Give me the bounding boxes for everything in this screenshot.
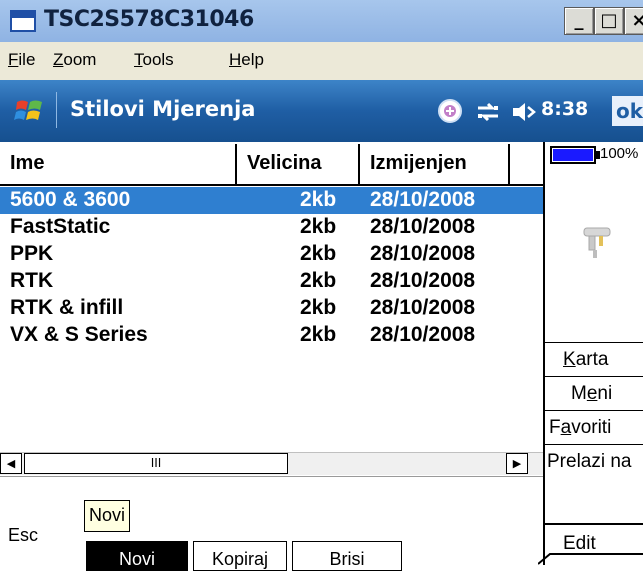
- battery-percentage: 100%: [600, 145, 639, 162]
- header-divider: [0, 184, 543, 186]
- menu-label: ni: [597, 383, 613, 404]
- table-row[interactable]: FastStatic 2kb 28/10/2008: [0, 214, 543, 241]
- maximize-button[interactable]: □: [594, 7, 624, 35]
- row-modified: 28/10/2008: [370, 323, 476, 346]
- table-row[interactable]: VX & S Series 2kb 28/10/2008: [0, 322, 543, 349]
- column-header-name[interactable]: Ime: [0, 144, 237, 184]
- table-row[interactable]: 5600 & 3600 2kb 28/10/2008: [0, 187, 543, 214]
- switch-to-button[interactable]: Prelazi na: [545, 444, 643, 478]
- menu-tools[interactable]: Tools: [134, 50, 174, 70]
- table-row[interactable]: RTK & infill 2kb 28/10/2008: [0, 295, 543, 322]
- row-modified: 28/10/2008: [370, 188, 476, 211]
- row-size: 2kb: [300, 269, 337, 292]
- menu-tools-label: ools: [142, 50, 174, 69]
- menu-help[interactable]: Help: [229, 50, 264, 70]
- menu-tools-mnemonic: T: [134, 50, 143, 69]
- gps-status-icon[interactable]: [437, 98, 463, 124]
- menu-button[interactable]: Meni: [545, 376, 643, 410]
- row-size: 2kb: [300, 242, 337, 265]
- row-size: 2kb: [300, 188, 337, 211]
- column-header-modified[interactable]: Izmijenjen: [360, 144, 510, 184]
- column-header-size[interactable]: Velicina: [237, 144, 360, 184]
- menu-mnemonic: e: [586, 383, 598, 404]
- delete-button[interactable]: Brisi: [292, 541, 402, 571]
- row-modified: 28/10/2008: [370, 269, 476, 292]
- menu-file-mnemonic: F: [8, 50, 19, 69]
- battery-level: [553, 149, 593, 161]
- favorites-mnemonic: a: [560, 417, 572, 438]
- menu-file-label: ile: [18, 50, 36, 69]
- menu-zoom-label: oom: [63, 50, 97, 69]
- new-button[interactable]: Novi: [86, 541, 188, 571]
- row-size: 2kb: [300, 296, 337, 319]
- nav-separator: [56, 92, 57, 128]
- row-name: VX & S Series: [10, 323, 148, 346]
- close-button[interactable]: ×: [624, 7, 643, 35]
- column-header-extra[interactable]: [510, 144, 543, 184]
- favorites-label-prefix: F: [549, 417, 561, 438]
- scroll-right-button[interactable]: ▶: [506, 453, 528, 474]
- map-mnemonic: K: [563, 349, 576, 370]
- favorites-button[interactable]: Favoriti: [545, 410, 643, 444]
- scroll-thumb[interactable]: III: [24, 453, 288, 474]
- row-modified: 28/10/2008: [370, 215, 476, 238]
- row-name: PPK: [10, 242, 54, 265]
- row-modified: 28/10/2008: [370, 242, 476, 265]
- map-button[interactable]: Karta: [545, 342, 643, 376]
- window-title: TSC2S578C31046: [44, 7, 254, 32]
- app-window-icon: [10, 10, 36, 32]
- table-row[interactable]: PPK 2kb 28/10/2008: [0, 241, 543, 268]
- tooltip: Novi: [84, 500, 131, 532]
- table-row[interactable]: RTK 2kb 28/10/2008: [0, 268, 543, 295]
- esc-button[interactable]: Esc: [8, 525, 38, 546]
- connectivity-icon[interactable]: [475, 100, 501, 124]
- menu-zoom[interactable]: Zoom: [53, 50, 96, 70]
- copy-button[interactable]: Kopiraj: [193, 541, 287, 571]
- menu-help-label: elp: [241, 50, 264, 69]
- row-name: 5600 & 3600: [10, 188, 131, 211]
- ok-button[interactable]: ok: [612, 96, 643, 126]
- clock[interactable]: 8:38: [541, 98, 588, 120]
- row-modified: 28/10/2008: [370, 296, 476, 319]
- menu-help-mnemonic: H: [229, 50, 242, 69]
- row-name: RTK: [10, 269, 54, 292]
- screen-title: Stilovi Mjerenja: [70, 97, 256, 121]
- row-size: 2kb: [300, 323, 337, 346]
- minimize-button[interactable]: _: [564, 7, 594, 35]
- row-name: FastStatic: [10, 215, 111, 238]
- menu-file[interactable]: File: [8, 50, 35, 70]
- row-name: RTK & infill: [10, 296, 124, 319]
- favorites-label: voriti: [571, 417, 612, 438]
- speaker-icon[interactable]: [511, 100, 537, 124]
- scroll-left-button[interactable]: ◀: [0, 453, 22, 474]
- menu-label-prefix: M: [571, 383, 587, 404]
- menu-zoom-mnemonic: Z: [53, 50, 64, 69]
- row-size: 2kb: [300, 215, 337, 238]
- map-label: arta: [575, 349, 609, 370]
- windows-flag-icon[interactable]: [14, 96, 44, 126]
- arrow-left-icon: [538, 553, 643, 565]
- gps-receiver-icon[interactable]: [580, 222, 614, 262]
